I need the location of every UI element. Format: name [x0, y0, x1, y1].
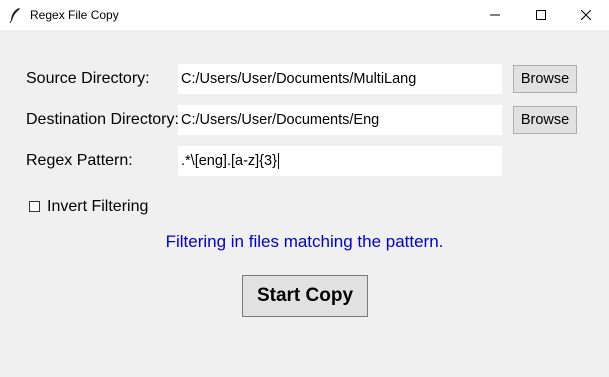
text-caret — [277, 153, 279, 170]
minimize-icon — [490, 14, 500, 16]
status-message: Filtering in files matching the pattern. — [165, 232, 444, 251]
destination-browse-button[interactable]: Browse — [513, 106, 577, 134]
source-directory-label: Source Directory: — [26, 70, 150, 87]
invert-filtering-checkbox[interactable] — [29, 201, 40, 212]
title-bar: Regex File Copy — [0, 0, 609, 30]
close-icon — [581, 10, 591, 20]
maximize-icon — [536, 10, 546, 20]
regex-pattern-label: Regex Pattern: — [26, 152, 133, 169]
maximize-button[interactable] — [518, 0, 564, 30]
close-button[interactable] — [563, 0, 609, 30]
app-window: Regex File Copy Source Directory: C:/Use… — [0, 0, 609, 377]
regex-pattern-value: .*\[eng].[a-z]{3} — [181, 153, 277, 169]
minimize-button[interactable] — [472, 0, 518, 30]
window-title: Regex File Copy — [30, 8, 119, 22]
invert-filtering-label[interactable]: Invert Filtering — [47, 197, 148, 217]
feather-icon — [8, 7, 22, 24]
regex-pattern-input[interactable]: .*\[eng].[a-z]{3} — [178, 146, 502, 176]
source-browse-button[interactable]: Browse — [513, 65, 577, 93]
source-directory-input[interactable]: C:/Users/User/Documents/MultiLang — [178, 64, 502, 94]
destination-directory-label: Destination Directory: — [26, 111, 179, 128]
start-copy-button[interactable]: Start Copy — [242, 275, 368, 317]
destination-directory-input[interactable]: C:/Users/User/Documents/Eng — [178, 105, 502, 135]
